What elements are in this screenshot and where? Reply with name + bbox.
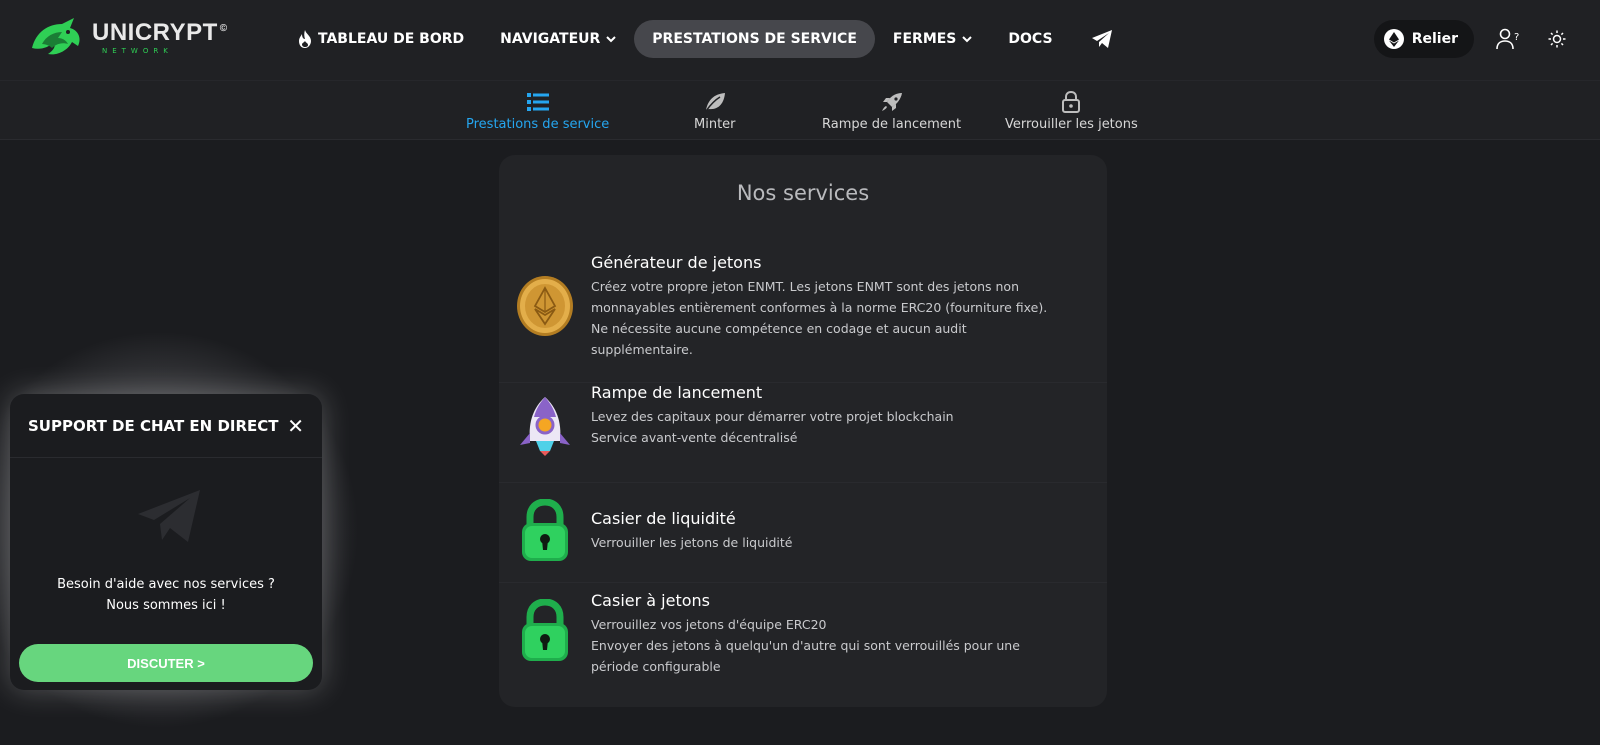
- chat-title: SUPPORT DE CHAT EN DIRECT: [28, 416, 279, 435]
- chevron-down-icon: [962, 36, 973, 43]
- brand-copyright-mark: ©: [219, 23, 228, 34]
- tab-rampe-de-lancement[interactable]: Rampe de lancement: [822, 91, 961, 135]
- top-navbar: UNICRYPT © NETWORK TABLEAU DE BORD NAVIGA…: [0, 0, 1600, 80]
- brand-sub: NETWORK: [102, 47, 173, 55]
- service-title: Générateur de jetons: [591, 253, 762, 272]
- brand-name: UNICRYPT ©: [92, 21, 228, 45]
- discuss-button[interactable]: DISCUTER >: [19, 644, 313, 682]
- service-body: Casier de liquidité Verrouiller les jeto…: [591, 483, 1087, 582]
- rocket-icon: [881, 91, 903, 113]
- user-help-icon[interactable]: ?: [1496, 26, 1522, 52]
- telegram-plane-icon: [138, 490, 200, 542]
- service-description-line: Ne nécessite aucune compétence en codage…: [591, 321, 967, 336]
- tab-prestations-de-service[interactable]: Prestations de service: [466, 91, 609, 135]
- unicrypt-logo[interactable]: UNICRYPT © NETWORK: [28, 14, 243, 62]
- nav-label: DOCS: [1008, 31, 1053, 47]
- main-nav: TABLEAU DE BORD NAVIGATEUR PRESTATIONS D…: [280, 20, 1133, 58]
- chat-message-line: Besoin d'aide avec nos services ?: [57, 577, 275, 592]
- rocket-icon: [499, 383, 591, 482]
- service-description-line: monnayables entièrement conformes à la n…: [591, 300, 1048, 315]
- service-title: Rampe de lancement: [591, 383, 763, 402]
- tab-label: Verrouiller les jetons: [1005, 117, 1138, 132]
- tab-label: Minter: [694, 117, 736, 132]
- service-body: Générateur de jetons Créez votre propre …: [591, 253, 1087, 382]
- nav-navigateur[interactable]: NAVIGATEUR: [482, 20, 634, 58]
- lock-icon: [1062, 91, 1081, 113]
- service-description: Levez des capitaux pour démarrer votre p…: [591, 406, 1087, 448]
- svg-text:?: ?: [1514, 32, 1519, 43]
- service-body: Casier à jetons Verrouillez vos jetons d…: [591, 583, 1087, 705]
- chat-message: Besoin d'aide avec nos services ? Nous s…: [10, 574, 322, 616]
- service-description: Verrouillez vos jetons d'équipe ERC20 En…: [591, 614, 1087, 677]
- chevron-down-icon: [606, 36, 617, 43]
- service-description-line: Envoyer des jetons à quelqu'un d'autre q…: [591, 638, 1020, 653]
- chat-message-line: Nous sommes ici !: [106, 598, 226, 613]
- tab-label: Rampe de lancement: [822, 117, 962, 132]
- green-lock-icon: [499, 483, 591, 582]
- flame-icon: [299, 30, 311, 48]
- service-description: Créez votre propre jeton ENMT. Les jeton…: [591, 276, 1087, 360]
- brand-title: UNICRYPT: [92, 19, 218, 46]
- service-description-line: supplémentaire.: [591, 342, 693, 357]
- nav-label: NAVIGATEUR: [500, 31, 601, 47]
- nav-label: FERMES: [892, 31, 957, 47]
- theme-sun-icon[interactable]: [1544, 26, 1570, 52]
- green-lock-icon: [499, 583, 591, 705]
- service-description-line: Verrouillez vos jetons d'équipe ERC20: [591, 617, 827, 632]
- gold-coin-icon: [499, 253, 591, 382]
- tab-label: Prestations de service: [466, 117, 610, 132]
- live-chat-widget: SUPPORT DE CHAT EN DIRECT ✕ Besoin d'aid…: [10, 394, 322, 690]
- service-description-line: Service avant-vente décentralisé: [591, 430, 798, 445]
- service-token-locker[interactable]: Casier à jetons Verrouillez vos jetons d…: [499, 583, 1107, 705]
- connect-label: Relier: [1411, 31, 1458, 47]
- service-liquidity-locker[interactable]: Casier de liquidité Verrouiller les jeto…: [499, 483, 1107, 583]
- service-title: Casier à jetons: [591, 591, 710, 610]
- telegram-icon: [1091, 30, 1112, 48]
- connect-wallet-button[interactable]: Relier: [1373, 20, 1474, 58]
- service-body: Rampe de lancement Levez des capitaux po…: [591, 383, 1087, 482]
- tab-minter[interactable]: Minter: [694, 91, 736, 135]
- close-icon[interactable]: ✕: [287, 414, 304, 438]
- nav-label: TABLEAU DE BORD: [318, 31, 465, 47]
- service-description-line: période configurable: [591, 659, 721, 674]
- services-card: Nos services Générateur de jetons Créez …: [499, 155, 1107, 707]
- nav-prestations-de-service[interactable]: PRESTATIONS DE SERVICE: [634, 20, 875, 58]
- nav-telegram[interactable]: [1071, 20, 1133, 58]
- service-title: Casier de liquidité: [591, 509, 736, 528]
- service-description-line: Créez votre propre jeton ENMT. Les jeton…: [591, 279, 1019, 294]
- nav-tableau-de-bord[interactable]: TABLEAU DE BORD: [280, 20, 482, 58]
- tab-verrouiller-les-jetons[interactable]: Verrouiller les jetons: [1005, 91, 1138, 135]
- nav-fermes[interactable]: FERMES: [875, 20, 991, 58]
- service-description: Verrouiller les jetons de liquidité: [591, 532, 1087, 553]
- nav-docs[interactable]: DOCS: [990, 20, 1070, 58]
- nav-label: PRESTATIONS DE SERVICE: [652, 31, 857, 47]
- list-icon: [526, 91, 549, 113]
- service-launchpad[interactable]: Rampe de lancement Levez des capitaux po…: [499, 383, 1107, 483]
- dragon-logo-icon: [32, 18, 80, 55]
- services-title: Nos services: [736, 181, 870, 205]
- services-subnav: Prestations de service Minter Rampe de l…: [0, 80, 1600, 140]
- header-tools: Relier ?: [1373, 20, 1570, 58]
- leaf-icon: [704, 91, 726, 113]
- service-description-line: Verrouiller les jetons de liquidité: [591, 535, 793, 550]
- service-description-line: Levez des capitaux pour démarrer votre p…: [591, 409, 954, 424]
- chat-header: SUPPORT DE CHAT EN DIRECT ✕: [10, 394, 322, 458]
- service-token-generator[interactable]: Générateur de jetons Créez votre propre …: [499, 253, 1107, 383]
- ethereum-icon: [1383, 29, 1404, 49]
